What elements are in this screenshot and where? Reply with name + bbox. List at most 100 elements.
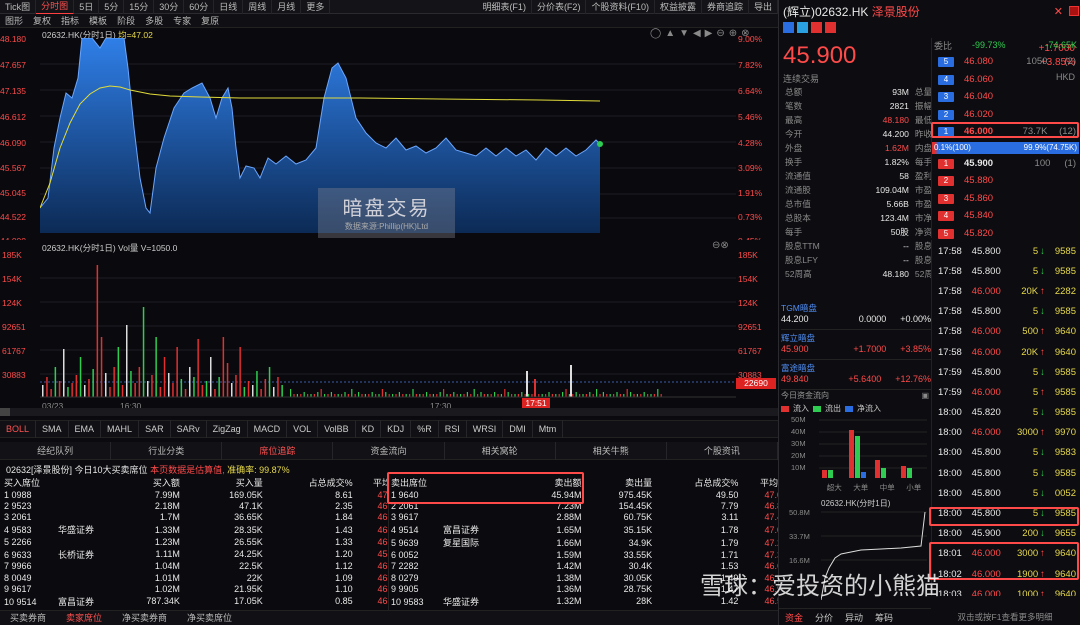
ind-rsi[interactable]: RSI [439, 420, 467, 438]
disclosure-button[interactable]: 权益披露 [655, 0, 702, 14]
ind-dmi[interactable]: DMI [503, 420, 533, 438]
ind-ema[interactable]: EMA [69, 420, 102, 438]
buy-row[interactable]: 6 9633 长桥证券1.11M24.25K1.2045.75 [2, 548, 388, 561]
volume-chart-controls[interactable]: ⊖⊗ [712, 240, 729, 251]
tab-seat-tracking[interactable]: 席位追踪 [222, 441, 334, 460]
toolbar-adjust[interactable]: 复权 [28, 14, 56, 28]
tab-weekly[interactable]: 周线 [243, 0, 273, 14]
tab-chips[interactable]: 筹码 [869, 611, 899, 624]
tab-5day[interactable]: 5日 [74, 0, 100, 14]
ind-vol[interactable]: VOL [287, 420, 319, 438]
tab-price-dist[interactable]: 分价 [809, 611, 839, 624]
tab-30min[interactable]: 30分 [154, 0, 185, 14]
tab-capital[interactable]: 资金 [779, 611, 809, 624]
volume-chart[interactable]: 02632.HK(分时1日) Vol量 V=1050.0 ⊖⊗ 185K 154… [0, 240, 778, 418]
buy-row[interactable]: 9 9617 1.02M21.95K1.1046.61 [2, 583, 388, 594]
flag-icon[interactable] [1069, 6, 1079, 16]
export-button[interactable]: 导出 [749, 0, 778, 14]
chart-scrollbar[interactable] [0, 408, 778, 416]
ind-kdj[interactable]: KDJ [381, 420, 412, 438]
bid-level[interactable]: 3 45.860 [934, 191, 1078, 207]
tab-15min[interactable]: 15分 [124, 0, 155, 14]
tab-net-brokers[interactable]: 净买卖券商 [112, 611, 177, 625]
dark-quote-item[interactable]: 辉立暗盘 45.900 +1.7000 +3.85% [781, 330, 931, 360]
tab-unusual[interactable]: 异动 [839, 611, 869, 624]
toolbar-expert[interactable]: 专家 [168, 14, 196, 28]
toolbar-stage[interactable]: 阶段 [112, 14, 140, 28]
buy-row[interactable]: 2 9523 2.18M47.1K2.3546.22 [2, 500, 388, 511]
stock-info-button[interactable]: 个股资料(F10) [586, 0, 655, 14]
bid-level[interactable]: 2 45.880 [934, 173, 1078, 189]
sell-row[interactable]: 6 0052 1.59M33.55K1.7147.32 [389, 549, 778, 560]
ind-boll[interactable]: BOLL [0, 420, 37, 438]
ind-zigzag[interactable]: ZigZag [207, 420, 248, 438]
tab-seller-seats[interactable]: 卖家席位 [56, 611, 112, 625]
tab-monthly[interactable]: 月线 [272, 0, 302, 14]
price-table-button[interactable]: 分价表(F2) [532, 0, 587, 14]
tab-news[interactable]: 个股资讯 [667, 441, 778, 460]
chat-icon[interactable] [797, 22, 808, 33]
tab-5min[interactable]: 5分 [99, 0, 125, 14]
toolbar-template[interactable]: 模板 [84, 14, 112, 28]
tab-net-seats[interactable]: 净买卖席位 [177, 611, 242, 625]
ask-level[interactable]: 3 46.040 [934, 89, 1078, 105]
tab-tick[interactable]: Tick图 [0, 0, 37, 14]
buy-row[interactable]: 10 9514 富昌证券787.34K17.05K0.8546.17 [2, 595, 388, 608]
ind-sma[interactable]: SMA [36, 420, 69, 438]
volume-bar [117, 347, 120, 397]
ind-volbb[interactable]: VolBB [318, 420, 356, 438]
sell-row[interactable]: 5 9639 复星国际1.66M34.9K1.7947.28 [389, 536, 778, 549]
sell-row[interactable]: 4 9514 富昌证券1.65M35.15K1.7847.04 [389, 523, 778, 536]
tick-footer[interactable]: 双击或按F1查看更多明细 [931, 611, 1079, 623]
ind-sar[interactable]: SAR [139, 420, 171, 438]
dark-quote-item[interactable]: TGM暗盘 44.200 0.0000 +0.00% [781, 300, 931, 330]
toolbar-graph[interactable]: 图形 [0, 14, 28, 28]
buy-row[interactable]: 4 9583 华盛证券1.33M28.35K1.4346.92 [2, 523, 388, 536]
tab-broker-queue[interactable]: 经纪队列 [0, 441, 112, 460]
bid-level[interactable]: 4 45.840 [934, 208, 1078, 224]
tab-more[interactable]: 更多 [301, 0, 331, 14]
buy-row[interactable]: 8 0049 1.01M22K1.0946.05 [2, 572, 388, 583]
detail-table-button[interactable]: 明细表(F1) [477, 0, 532, 14]
buy-row[interactable]: 5 2266 1.23M26.55K1.3346.44 [2, 536, 388, 547]
calendar-icon[interactable] [825, 22, 836, 33]
toolbar-indicator[interactable]: 指标 [56, 14, 84, 28]
ask-level[interactable]: 2 46.020 [934, 107, 1078, 123]
buy-row[interactable]: 7 9966 1.04M22.5K1.1246.30 [2, 561, 388, 572]
flow-settings-icon[interactable]: ▣ [921, 391, 929, 400]
buy-row[interactable]: 1 0988 7.99M169.05K8.6147.27 [2, 489, 388, 500]
bid-level[interactable]: 1 45.900 100 (1) [934, 156, 1078, 172]
broker-track-button[interactable]: 券商追踪 [702, 0, 749, 14]
toolbar-reset[interactable]: 复原 [196, 14, 224, 28]
h-icon[interactable] [783, 22, 794, 33]
volume-bar [172, 383, 174, 397]
tab-cbbc[interactable]: 相关牛熊 [556, 441, 667, 460]
tab-daily[interactable]: 日线 [214, 0, 244, 14]
bell-icon[interactable] [811, 22, 822, 33]
ind-mtm[interactable]: Mtm [533, 420, 564, 438]
ind-wr[interactable]: %R [411, 420, 439, 438]
tab-intraday[interactable]: 分时图 [36, 0, 75, 14]
ind-mahl[interactable]: MAHL [101, 420, 140, 438]
sell-row[interactable]: 3 9617 2.88M60.75K3.1147.46 [389, 512, 778, 523]
tab-60min[interactable]: 60分 [184, 0, 215, 14]
bid-level[interactable]: 5 45.820 [934, 226, 1078, 242]
volume-bar [247, 381, 250, 397]
tab-capital-flow[interactable]: 资金流向 [333, 441, 445, 460]
ind-sarv[interactable]: SARv [171, 420, 207, 438]
tab-buy-sell-brokers[interactable]: 买卖券商 [0, 611, 56, 625]
close-icon[interactable]: ✕ [1054, 5, 1063, 18]
volume-bar [159, 387, 162, 397]
tab-warrants[interactable]: 相关窝轮 [445, 441, 556, 460]
ask-level[interactable]: 4 46.060 [934, 72, 1078, 88]
ind-macd[interactable]: MACD [248, 420, 288, 438]
price-chart[interactable]: 02632.HK(分时1日) 均=47.02 ◯▲▼◀▶⊖⊕⊗ 48.180 4… [0, 28, 778, 246]
toolbar-multi[interactable]: 多股 [140, 14, 168, 28]
dark-quote-item[interactable]: 富途暗盘 49.840 +5.6400 +12.76% [781, 360, 931, 390]
buy-row[interactable]: 3 2061 1.7M36.65K1.8446.48 [2, 512, 388, 523]
ask-level[interactable]: 5 46.080 1050 (2) [934, 54, 1078, 70]
ind-wrsi[interactable]: WRSI [467, 420, 504, 438]
tick-row: 17:58 46.000 500 ↑ 9640 [938, 326, 1076, 338]
ind-kd[interactable]: KD [356, 420, 382, 438]
tab-industry[interactable]: 行业分类 [111, 441, 223, 460]
